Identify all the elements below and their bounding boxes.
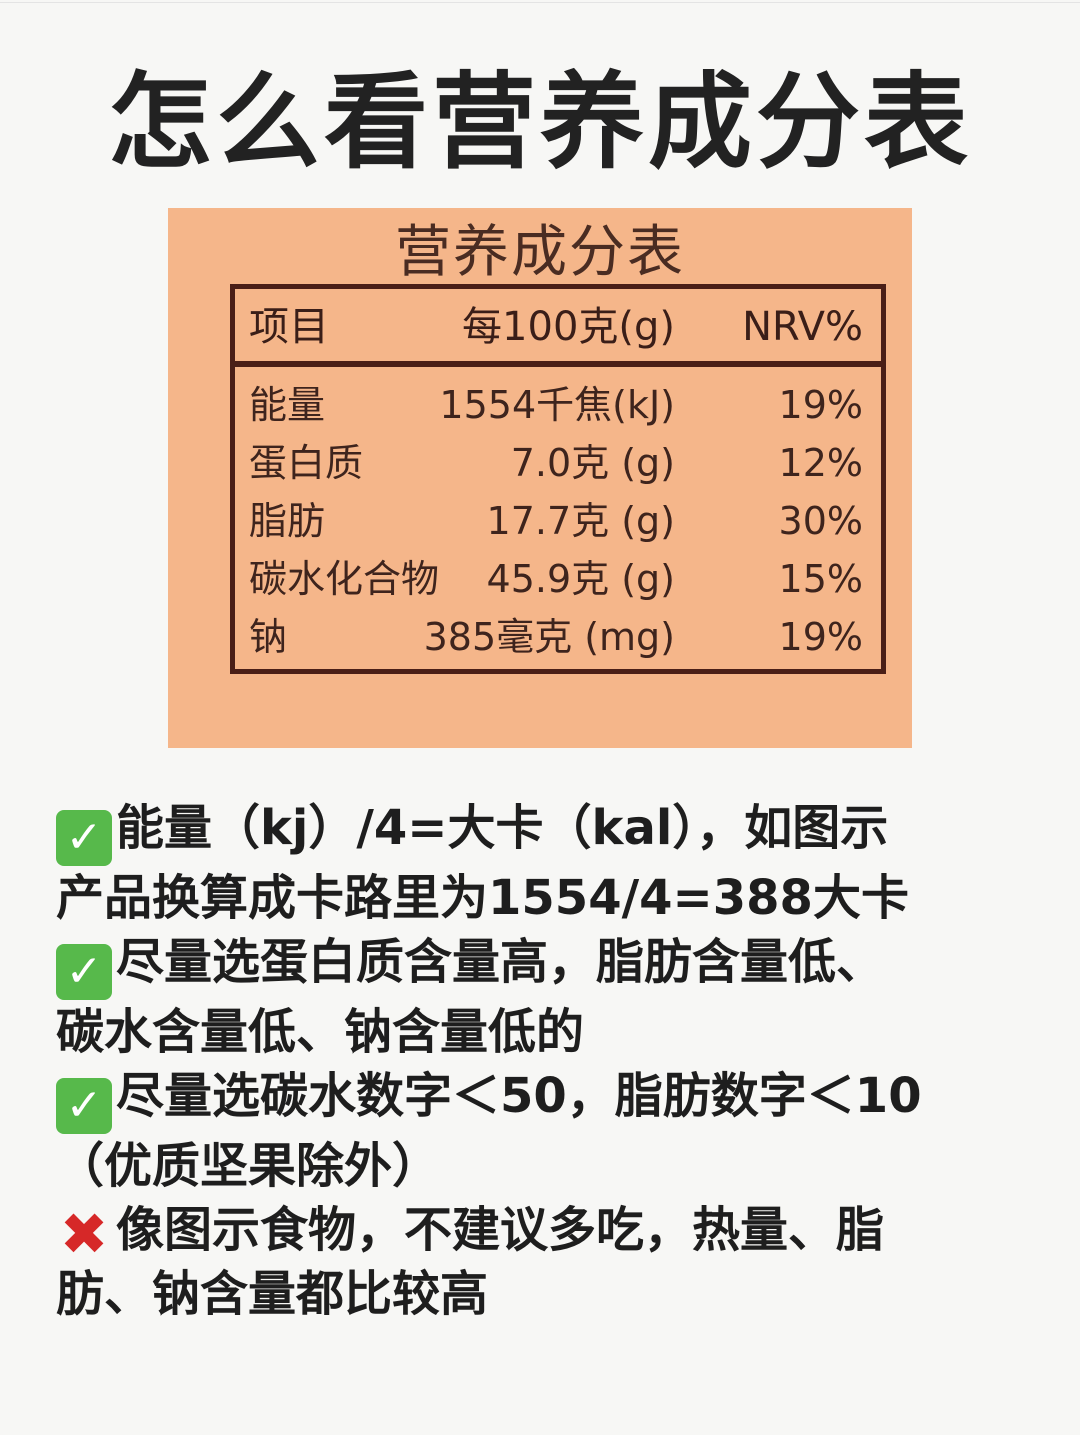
nutrient-name: 能量 bbox=[249, 383, 326, 427]
tip-line: 尽量选碳水数字＜50，脂肪数字＜10 bbox=[116, 1068, 922, 1124]
nutrient-name: 钠 bbox=[249, 615, 288, 659]
top-divider bbox=[0, 2, 1080, 3]
tip-item: ✓ 能量（kj）/4=大卡（kal），如图示 产品换算成卡路里为1554/4=38… bbox=[56, 796, 1036, 930]
nutrient-name: 脂肪 bbox=[249, 499, 326, 543]
tip-line: 产品换算成卡路里为1554/4=388大卡 bbox=[56, 870, 909, 926]
nutrition-table-body: 能量 1554千焦(kJ) 19% 蛋白质 7.0克 (g) 12% 脂肪 17… bbox=[235, 375, 881, 665]
table-row: 能量 1554千焦(kJ) 19% bbox=[235, 375, 881, 433]
tip-line: 能量（kj）/4=大卡（kal），如图示 bbox=[116, 800, 889, 856]
nutrition-table-header: 项目 每100克(g) NRV% bbox=[235, 289, 881, 367]
header-item: 项目 bbox=[249, 304, 329, 350]
nutrient-name: 蛋白质 bbox=[249, 441, 364, 485]
nutrition-label-image: 营养成分表 项目 每100克(g) NRV% 能量 1554千焦(kJ) 19%… bbox=[168, 208, 912, 748]
nutrient-amount: 7.0克 (g) bbox=[510, 441, 675, 485]
nutrient-amount: 385毫克 (mg) bbox=[423, 615, 675, 659]
page-title: 怎么看营养成分表 bbox=[107, 61, 972, 183]
table-row: 蛋白质 7.0克 (g) 12% bbox=[235, 433, 881, 491]
tip-line: （优质坚果除外） bbox=[56, 1138, 441, 1194]
nutrition-label-title: 营养成分表 bbox=[395, 220, 685, 285]
table-row: 钠 385毫克 (mg) 19% bbox=[235, 607, 881, 665]
tip-item: ✓ 尽量选碳水数字＜50，脂肪数字＜10 （优质坚果除外） bbox=[56, 1064, 1036, 1198]
nutrient-amount: 1554千焦(kJ) bbox=[439, 383, 675, 427]
header-amount: 每100克(g) bbox=[462, 304, 675, 350]
nutrient-nrv: 19% bbox=[778, 383, 863, 427]
nutrient-nrv: 15% bbox=[778, 557, 863, 601]
check-icon: ✓ bbox=[56, 1078, 112, 1134]
nutrient-nrv: 19% bbox=[778, 615, 863, 659]
nutrition-table: 项目 每100克(g) NRV% 能量 1554千焦(kJ) 19% 蛋白质 7… bbox=[230, 284, 886, 674]
nutrient-nrv: 12% bbox=[778, 441, 863, 485]
table-row: 脂肪 17.7克 (g) 30% bbox=[235, 491, 881, 549]
tip-line: 像图示食物，不建议多吃，热量、脂 bbox=[116, 1202, 885, 1258]
check-icon: ✓ bbox=[56, 944, 112, 1000]
tip-line: 肪、钠含量都比较高 bbox=[56, 1266, 489, 1322]
tip-line: 碳水含量低、钠含量低的 bbox=[56, 1004, 585, 1060]
tip-item: ✓ 尽量选蛋白质含量高，脂肪含量低、 碳水含量低、钠含量低的 bbox=[56, 930, 1036, 1064]
nutrient-amount: 45.9克 (g) bbox=[486, 557, 675, 601]
check-icon: ✓ bbox=[56, 810, 112, 866]
tip-item: ✖ 像图示食物，不建议多吃，热量、脂 肪、钠含量都比较高 bbox=[56, 1198, 1036, 1326]
table-row: 碳水化合物 45.9克 (g) 15% bbox=[235, 549, 881, 607]
cross-icon: ✖ bbox=[59, 1200, 109, 1268]
nutrient-nrv: 30% bbox=[778, 499, 863, 543]
nutrient-name: 碳水化合物 bbox=[249, 557, 440, 601]
tips-list: ✓ 能量（kj）/4=大卡（kal），如图示 产品换算成卡路里为1554/4=38… bbox=[56, 796, 1036, 1326]
tip-line: 尽量选蛋白质含量高，脂肪含量低、 bbox=[116, 934, 885, 990]
header-nrv: NRV% bbox=[742, 304, 863, 350]
nutrient-amount: 17.7克 (g) bbox=[486, 499, 675, 543]
